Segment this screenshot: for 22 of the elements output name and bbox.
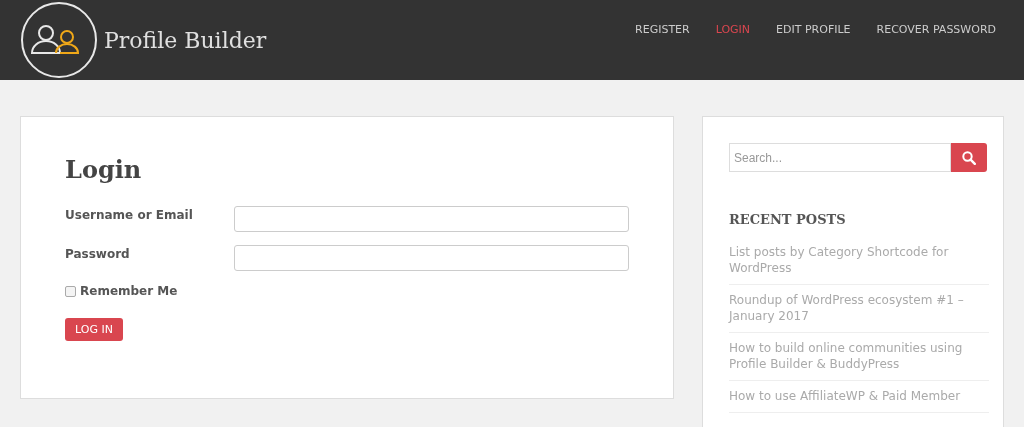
nav-link[interactable]: LOGIN <box>715 22 751 36</box>
search-icon <box>962 150 977 165</box>
remember-checkbox[interactable] <box>65 285 76 297</box>
logo-icon <box>20 1 98 79</box>
nav-link[interactable]: REGISTER <box>635 22 690 36</box>
field-label: Password <box>65 246 131 261</box>
nav-link[interactable]: RECOVER PASSWORD <box>876 22 996 36</box>
remember-label[interactable]: Remember Me <box>80 284 178 298</box>
search-button[interactable] <box>951 143 987 172</box>
site-title[interactable]: Profile Builder <box>104 27 267 53</box>
field-label: Username or Email <box>65 207 194 222</box>
login-button[interactable]: LOG IN <box>65 318 123 341</box>
username-field[interactable] <box>234 206 629 232</box>
nav-link[interactable]: EDIT PROFILE <box>776 22 851 36</box>
recent-posts-heading: RECENT POSTS <box>729 212 847 227</box>
post-link[interactable]: How to build online communities using Profile Builder & BuddyPress <box>729 340 989 372</box>
post-link[interactable]: How to use AffiliateWP & Paid Member <box>729 388 989 404</box>
password-field[interactable] <box>234 245 629 271</box>
search-field[interactable]: Search... <box>729 143 952 172</box>
login-heading: Login <box>65 155 143 184</box>
post-link[interactable]: List posts by Category Shortcode for WordPress <box>729 244 989 276</box>
post-link[interactable]: Roundup of WordPress ecosystem #1 – January 2017 <box>729 292 989 324</box>
